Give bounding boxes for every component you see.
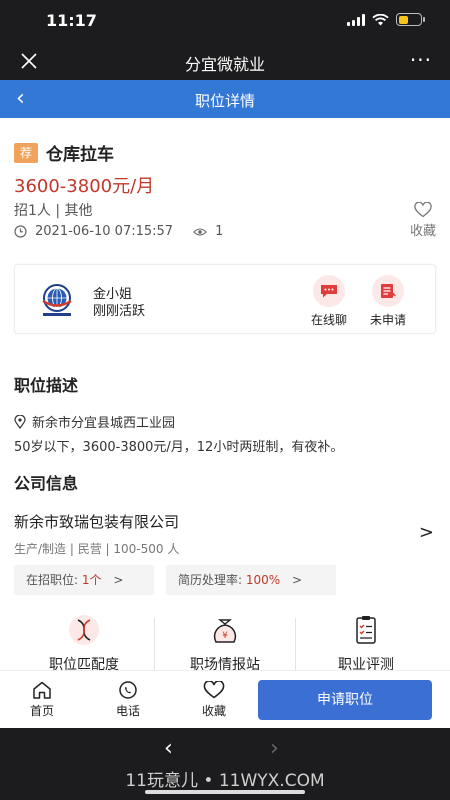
job-detail-content[interactable]: 荐 仓库拉车 3600-3800元/月 招1人 | 其他 2021-06-10 … [0, 118, 450, 670]
phone-label: 电话 [115, 704, 140, 718]
clipboard-icon [356, 616, 376, 644]
nav-bar: ‹ 职位详情 [0, 80, 450, 118]
view-count: 1 [215, 224, 224, 239]
recruit-info: 招1人 | 其他 [14, 203, 93, 219]
job-meta: 2021-06-10 07:15:57 1 [14, 224, 223, 239]
bottom-favorite-button[interactable]: 收藏 [184, 681, 244, 719]
company-detail-arrow-icon[interactable]: > [419, 522, 434, 543]
home-button[interactable]: 首页 [12, 681, 72, 719]
browser-back-button[interactable]: ‹ [164, 736, 173, 761]
apply-status-button[interactable]: 未申请 [358, 275, 418, 328]
career-intel-tool[interactable]: ¥ 职场情报站 [155, 614, 295, 670]
browser-forward-button[interactable]: › [270, 736, 279, 761]
heart-icon [203, 681, 225, 699]
heart-icon [414, 202, 432, 218]
chat-icon [321, 285, 337, 298]
chevron-right-icon: > [113, 573, 124, 587]
status-icons [347, 13, 425, 26]
wifi-icon [372, 13, 389, 25]
bottom-favorite-label: 收藏 [201, 704, 226, 718]
job-title: 仓库拉车 [46, 145, 114, 165]
company-name[interactable]: 新余市致瑞包装有限公司 [14, 511, 179, 532]
location-text: 新余市分宜县城西工业园 [32, 416, 176, 431]
online-chat-label: 在线聊 [310, 313, 347, 327]
app-bar: 分宜微就业 ··· [0, 42, 450, 80]
page-title: 职位详情 [194, 92, 255, 110]
location-pin-icon [14, 414, 26, 429]
posted-time: 2021-06-10 07:15:57 [35, 224, 174, 239]
contact-card[interactable]: 金小姐 刚刚活跃 在线聊 未申请 [14, 264, 436, 334]
home-icon [33, 681, 51, 699]
apply-status-label: 未申请 [369, 313, 406, 327]
bottom-action-bar: 首页 电话 收藏 申请职位 [0, 670, 450, 728]
job-match-label: 职位匹配度 [49, 657, 119, 670]
open-positions-label: 在招职位: [26, 573, 79, 587]
phone-button[interactable]: 电话 [98, 681, 158, 719]
browser-bar: ‹ › 11玩意儿 • 11WYX.COM [0, 728, 450, 800]
apply-job-button[interactable]: 申请职位 [258, 680, 432, 720]
chevron-right-icon: > [292, 573, 303, 587]
company-info-title: 公司信息 [14, 474, 79, 493]
resume-rate-label: 简历处理率: [178, 573, 243, 587]
open-positions-chip[interactable]: 在招职位: 1个 > [14, 565, 154, 595]
battery-icon [396, 13, 425, 26]
job-header: 荐 仓库拉车 [14, 140, 114, 165]
status-bar: 11:17 [0, 0, 450, 42]
job-description-text: 50岁以下，3600-3800元/月，12小时两班制，有夜补。 [14, 440, 344, 455]
company-meta: 生产/制造 | 民营 | 100-500 人 [14, 542, 180, 556]
more-options-icon[interactable]: ··· [410, 48, 432, 72]
job-description-title: 职位描述 [14, 376, 79, 395]
favorite-label: 收藏 [409, 224, 436, 239]
company-logo [42, 284, 72, 316]
resume-rate-value: 100% [245, 573, 281, 587]
application-doc-icon [381, 283, 396, 298]
app-title: 分宜微就业 [184, 55, 265, 74]
signal-icon [347, 13, 365, 26]
job-match-tool[interactable]: 职位匹配度 [14, 614, 154, 670]
favorite-button[interactable]: 收藏 [410, 202, 436, 239]
career-assessment-tool[interactable]: 职业评测 [296, 614, 436, 670]
salary: 3600-3800元/月 [14, 176, 155, 197]
online-chat-button[interactable]: 在线聊 [299, 275, 359, 328]
watermark: 11玩意儿 • 11WYX.COM [125, 771, 325, 791]
career-intel-label: 职场情报站 [190, 657, 260, 670]
home-label: 首页 [29, 704, 54, 718]
clock-icon [14, 225, 27, 238]
contact-status: 刚刚活跃 [93, 304, 146, 319]
resume-rate-chip[interactable]: 简历处理率: 100% > [166, 565, 336, 595]
recommended-tag: 荐 [14, 142, 38, 163]
open-positions-value: 1个 [81, 573, 102, 587]
job-location: 新余市分宜县城西工业园 [14, 412, 175, 431]
dna-icon [69, 615, 99, 645]
eye-icon [193, 227, 207, 236]
career-assessment-label: 职业评测 [338, 657, 394, 670]
phone-icon [119, 681, 137, 699]
svg-text:¥: ¥ [222, 631, 228, 641]
status-time: 11:17 [46, 11, 97, 30]
money-bag-icon: ¥ [213, 619, 237, 643]
home-indicator[interactable] [145, 790, 305, 794]
